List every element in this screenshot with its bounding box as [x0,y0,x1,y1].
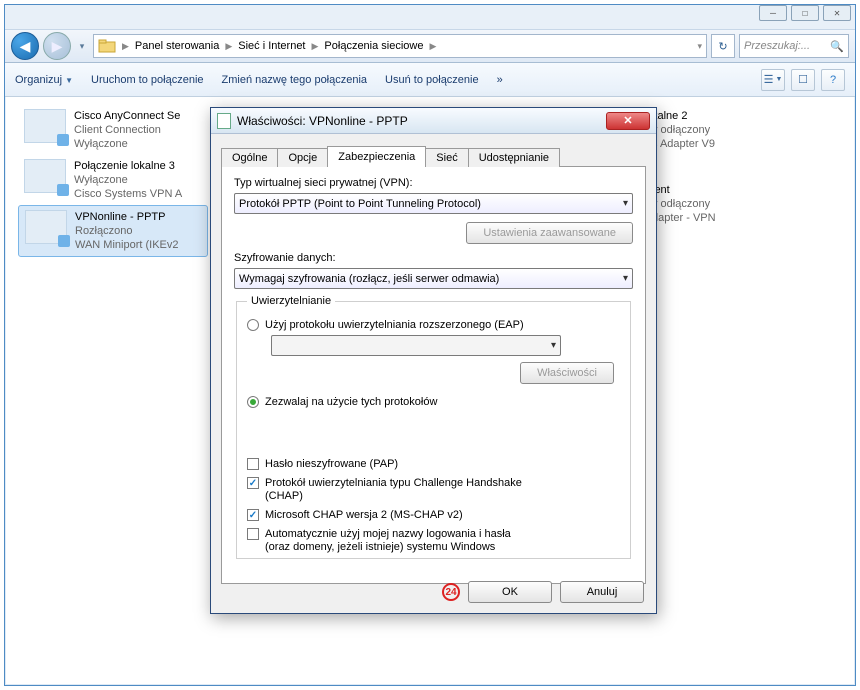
tab-panel-security: Typ wirtualnej sieci prywatnej (VPN): Pr… [221,166,646,584]
breadcrumb-item[interactable]: Połączenia sieciowe [324,40,423,52]
tab-strip: Ogólne Opcje Zabezpieczenia Sieć Udostęp… [221,142,646,166]
connection-icon [24,109,66,143]
encryption-label: Szyfrowanie danych: [234,252,633,264]
connection-item[interactable]: kalne 2 y odłączony s Adapter V9 [646,105,846,155]
dialog-titlebar: Właściwości: VPNonline - PPTP ✕ [211,108,656,134]
eap-radio-label: Użyj protokołu uwierzytelniania rozszerz… [265,319,524,331]
connection-status: Cisco Systems VPN A [74,187,182,201]
maximize-button[interactable]: ☐ [791,5,819,21]
preview-pane-button[interactable]: ☐ [791,69,815,91]
pap-checkbox[interactable] [247,458,259,470]
dialog-footer: 24 OK Anuluj [442,581,644,603]
chevron-down-icon[interactable]: ▾ [697,41,702,52]
ok-button[interactable]: OK [468,581,552,603]
tab-options[interactable]: Opcje [277,148,328,167]
properties-dialog: Właściwości: VPNonline - PPTP ✕ Ogólne O… [210,107,657,614]
connection-line2: Wyłączone [74,173,182,187]
advanced-settings-button[interactable]: Ustawienia zaawansowane [466,222,633,244]
connection-status: s Adapter V9 [652,137,715,151]
auto-credentials-checkbox[interactable] [247,528,259,540]
connection-icon [24,159,66,193]
step-annotation: 24 [442,583,460,601]
connection-name: Połączenie lokalne 3 [74,159,182,173]
connection-item-selected[interactable]: VPNonline - PPTP Rozłączono WAN Miniport… [18,205,208,257]
search-input[interactable]: Przeszukaj:... 🔍 [739,34,849,58]
dialog-title: Właściwości: VPNonline - PPTP [237,114,408,128]
breadcrumb-item[interactable]: Sieć i Internet [238,40,305,52]
document-icon [217,113,231,129]
connection-list-col2: kalne 2 y odłączony s Adapter V9 ient y … [646,105,846,229]
allow-protocols-radio[interactable] [247,396,259,408]
tab-network[interactable]: Sieć [425,148,468,167]
auto-credentials-label: Automatycznie użyj mojej nazwy logowania… [265,528,515,554]
chevron-right-icon: ▶ [225,41,232,52]
chevron-right-icon: ▶ [429,41,436,52]
chap-label: Protokół uwierzytelniania typu Challenge… [265,477,525,503]
connection-line2: Rozłączono [75,224,179,238]
search-placeholder: Przeszukaj:... [744,40,810,52]
search-icon: 🔍 [830,40,844,53]
nav-forward-button[interactable]: ▶ [43,32,71,60]
rename-connection-button[interactable]: Zmień nazwę tego połączenia [222,74,368,86]
organize-menu[interactable]: Organizuj▼ [15,74,73,86]
connection-item[interactable]: Cisco AnyConnect Se Client Connection Wy… [18,105,208,155]
help-button[interactable]: ? [821,69,845,91]
connection-item[interactable]: Połączenie lokalne 3 Wyłączone Cisco Sys… [18,155,208,205]
dialog-close-button[interactable]: ✕ [606,112,650,130]
encryption-dropdown[interactable]: Wymagaj szyfrowania (rozłącz, jeśli serw… [234,268,633,289]
chevron-right-icon: ▶ [312,41,319,52]
tab-security[interactable]: Zabezpieczenia [327,146,426,167]
connection-name: ient [652,183,716,197]
delete-connection-button[interactable]: Usuń to połączenie [385,74,479,86]
connection-status: WAN Miniport (IKEv2 [75,238,179,252]
connection-line2: y odłączony [652,123,715,137]
tab-general[interactable]: Ogólne [221,148,278,167]
eap-properties-button: Właściwości [520,362,614,384]
nav-bar: ◀ ▶ ▾ ▶ Panel sterowania ▶ Sieć i Intern… [5,29,855,63]
breadcrumb-item[interactable]: Panel sterowania [135,40,219,52]
connection-status: Wyłączone [74,137,180,151]
eap-method-dropdown [271,335,561,356]
address-bar[interactable]: ▶ Panel sterowania ▶ Sieć i Internet ▶ P… [93,34,707,58]
command-bar: Organizuj▼ Uruchom to połączenie Zmień n… [5,63,855,97]
nav-history-dropdown[interactable]: ▾ [75,36,89,56]
vpn-type-dropdown[interactable]: Protokół PPTP (Point to Point Tunneling … [234,193,633,214]
tab-sharing[interactable]: Udostępnianie [468,148,560,167]
connection-name: kalne 2 [652,109,715,123]
mschap-checkbox[interactable] [247,509,259,521]
mschap-label: Microsoft CHAP wersja 2 (MS-CHAP v2) [265,509,463,522]
connection-line2: Client Connection [74,123,180,137]
nav-back-button[interactable]: ◀ [11,32,39,60]
chap-checkbox[interactable] [247,477,259,489]
view-options-button[interactable]: ☰▼ [761,69,785,91]
pap-label: Hasło nieszyfrowane (PAP) [265,458,398,471]
connection-line2: y odłączony [652,197,716,211]
refresh-button[interactable]: ↻ [711,34,735,58]
folder-icon [98,37,116,55]
more-menu[interactable]: » [497,74,503,86]
minimize-button[interactable]: — [759,5,787,21]
allow-protocols-label: Zezwalaj na użycie tych protokołów [265,396,437,408]
close-button[interactable]: ✕ [823,5,851,21]
connection-icon [25,210,67,244]
cancel-button[interactable]: Anuluj [560,581,644,603]
connection-status: dapter - VPN [652,211,716,225]
authentication-group: Uwierzytelnianie Użyj protokołu uwierzyt… [236,295,631,559]
connection-item[interactable]: ient y odłączony dapter - VPN [646,179,846,229]
eap-radio[interactable] [247,319,259,331]
authentication-legend: Uwierzytelnianie [247,295,335,307]
chevron-right-icon: ▶ [122,41,129,52]
window-titlebar: — ☐ ✕ [5,5,855,29]
connection-name: VPNonline - PPTP [75,210,179,224]
vpn-type-label: Typ wirtualnej sieci prywatnej (VPN): [234,177,633,189]
explorer-window: — ☐ ✕ ◀ ▶ ▾ ▶ Panel sterowania ▶ Sieć i … [4,4,856,686]
start-connection-button[interactable]: Uruchom to połączenie [91,74,204,86]
connection-name: Cisco AnyConnect Se [74,109,180,123]
